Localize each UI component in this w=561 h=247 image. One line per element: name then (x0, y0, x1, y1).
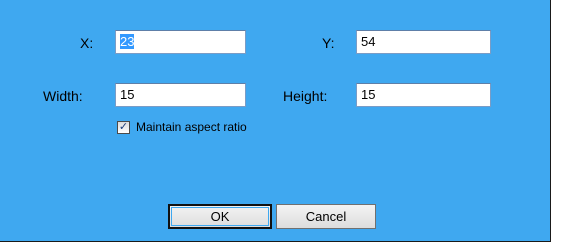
position-size-dialog: X: 23 Y: 54 Width: 15 Height: 15 ✓ Maint… (0, 0, 561, 247)
y-label: Y: (322, 35, 335, 51)
ok-button[interactable]: OK (168, 204, 272, 229)
x-label: X: (80, 35, 94, 51)
maintain-aspect-ratio-label: Maintain aspect ratio (136, 120, 247, 134)
width-label: Width: (43, 88, 83, 104)
maintain-aspect-ratio-option[interactable]: ✓ Maintain aspect ratio (117, 119, 247, 135)
height-field[interactable]: 15 (356, 83, 491, 107)
y-field[interactable]: 54 (356, 30, 491, 54)
height-label: Height: (283, 88, 328, 104)
x-value-selected: 23 (120, 34, 135, 49)
check-mark-icon: ✓ (118, 120, 129, 133)
cancel-button[interactable]: Cancel (276, 204, 376, 229)
width-field[interactable]: 15 (115, 83, 246, 107)
dialog-panel: X: 23 Y: 54 Width: 15 Height: 15 ✓ Maint… (0, 0, 551, 242)
x-field[interactable]: 23 (115, 30, 246, 54)
maintain-aspect-ratio-checkbox[interactable]: ✓ (117, 120, 130, 134)
